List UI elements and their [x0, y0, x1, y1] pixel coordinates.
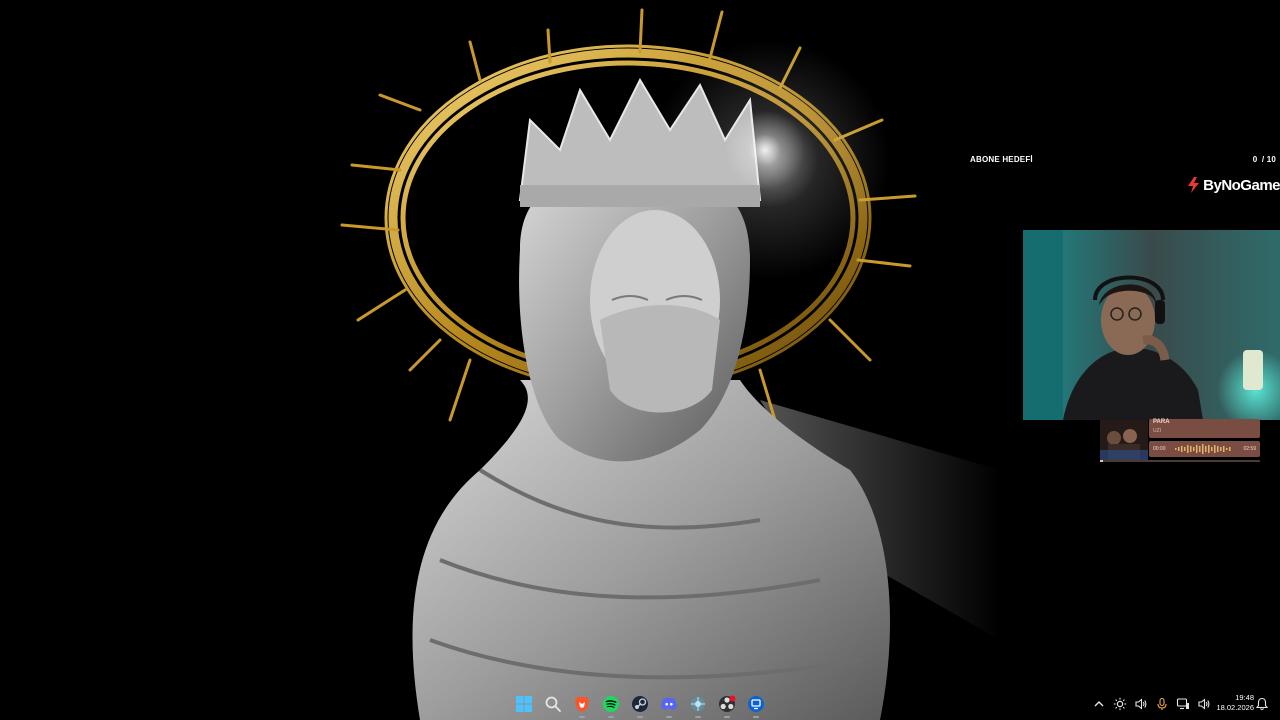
brightness-icon — [1113, 697, 1126, 711]
clock-time: 19:48 — [1235, 693, 1254, 702]
spotify-button[interactable] — [599, 692, 623, 718]
discord-button[interactable] — [657, 692, 681, 718]
clock-date: 18.02.2026 — [1216, 703, 1254, 712]
bynogame-brand: ByNoGame — [1187, 174, 1280, 196]
network-icon — [1176, 698, 1189, 710]
subscriber-goal-current: 0 — [1252, 155, 1258, 164]
system-tray — [1088, 693, 1214, 715]
brave-icon — [575, 697, 589, 712]
running-indicator — [637, 716, 643, 718]
running-indicator — [724, 716, 730, 718]
notification-bell-icon[interactable] — [1255, 697, 1269, 711]
track-info: PARA UZI — [1149, 419, 1260, 438]
brave-browser-button[interactable] — [570, 692, 594, 718]
speaker-icon — [1134, 698, 1146, 710]
speaker-button[interactable] — [1130, 693, 1151, 715]
obs-button[interactable] — [715, 692, 739, 718]
chevron-up-icon — [1094, 701, 1103, 707]
steam-button[interactable] — [628, 692, 652, 718]
windows-logo-icon — [516, 696, 532, 712]
running-indicator — [608, 716, 614, 718]
remote-app-icon — [748, 696, 764, 712]
remote-app-button[interactable] — [744, 692, 768, 718]
track-progress-bar — [1100, 460, 1260, 462]
search-icon — [545, 696, 561, 712]
brightness-button[interactable] — [1109, 693, 1130, 715]
brand-name: ByNoGame — [1203, 176, 1280, 194]
network-button[interactable] — [1172, 693, 1193, 715]
track-artist: UZI — [1153, 428, 1162, 434]
running-indicator — [753, 716, 759, 718]
subscriber-goal-target: / 10 — [1261, 155, 1276, 164]
show-hidden-icons-button[interactable] — [1088, 693, 1109, 715]
track-timeline: 00:00 02:59 — [1149, 441, 1260, 457]
subscriber-goal-count: 0 / 10 — [1251, 155, 1276, 164]
steam-icon — [632, 696, 648, 712]
taskbar — [512, 692, 768, 718]
obs-icon — [719, 695, 736, 712]
subscriber-goal-widget: ABONE HEDEFİ 0 / 10 — [970, 153, 1278, 167]
network-app-icon — [691, 697, 705, 711]
webcam-feed — [1023, 230, 1280, 420]
track-title: PARA — [1153, 419, 1170, 425]
track-time-total: 02:59 — [1243, 446, 1256, 452]
running-indicator — [666, 716, 672, 718]
track-time-current: 00:00 — [1153, 446, 1166, 452]
microphone-button[interactable] — [1151, 693, 1172, 715]
system-clock[interactable]: 19:48 18.02.2026 — [1208, 693, 1254, 717]
spotify-icon — [603, 696, 619, 712]
microphone-icon — [1156, 697, 1167, 710]
running-indicator — [579, 716, 585, 718]
network-app-button[interactable] — [686, 692, 710, 718]
subscriber-goal-label: ABONE HEDEFİ — [970, 155, 1033, 164]
waveform-icon — [1175, 444, 1231, 454]
discord-icon — [661, 697, 677, 710]
bynogame-logo-icon — [1188, 177, 1200, 193]
start-button[interactable] — [512, 692, 536, 716]
search-button[interactable] — [541, 692, 565, 716]
track-progress-fill — [1100, 460, 1104, 462]
webcam-image — [1023, 230, 1280, 420]
now-playing-widget: PARA UZI 00:00 02:59 — [1100, 419, 1262, 465]
album-art — [1100, 420, 1148, 460]
running-indicator — [695, 716, 701, 718]
